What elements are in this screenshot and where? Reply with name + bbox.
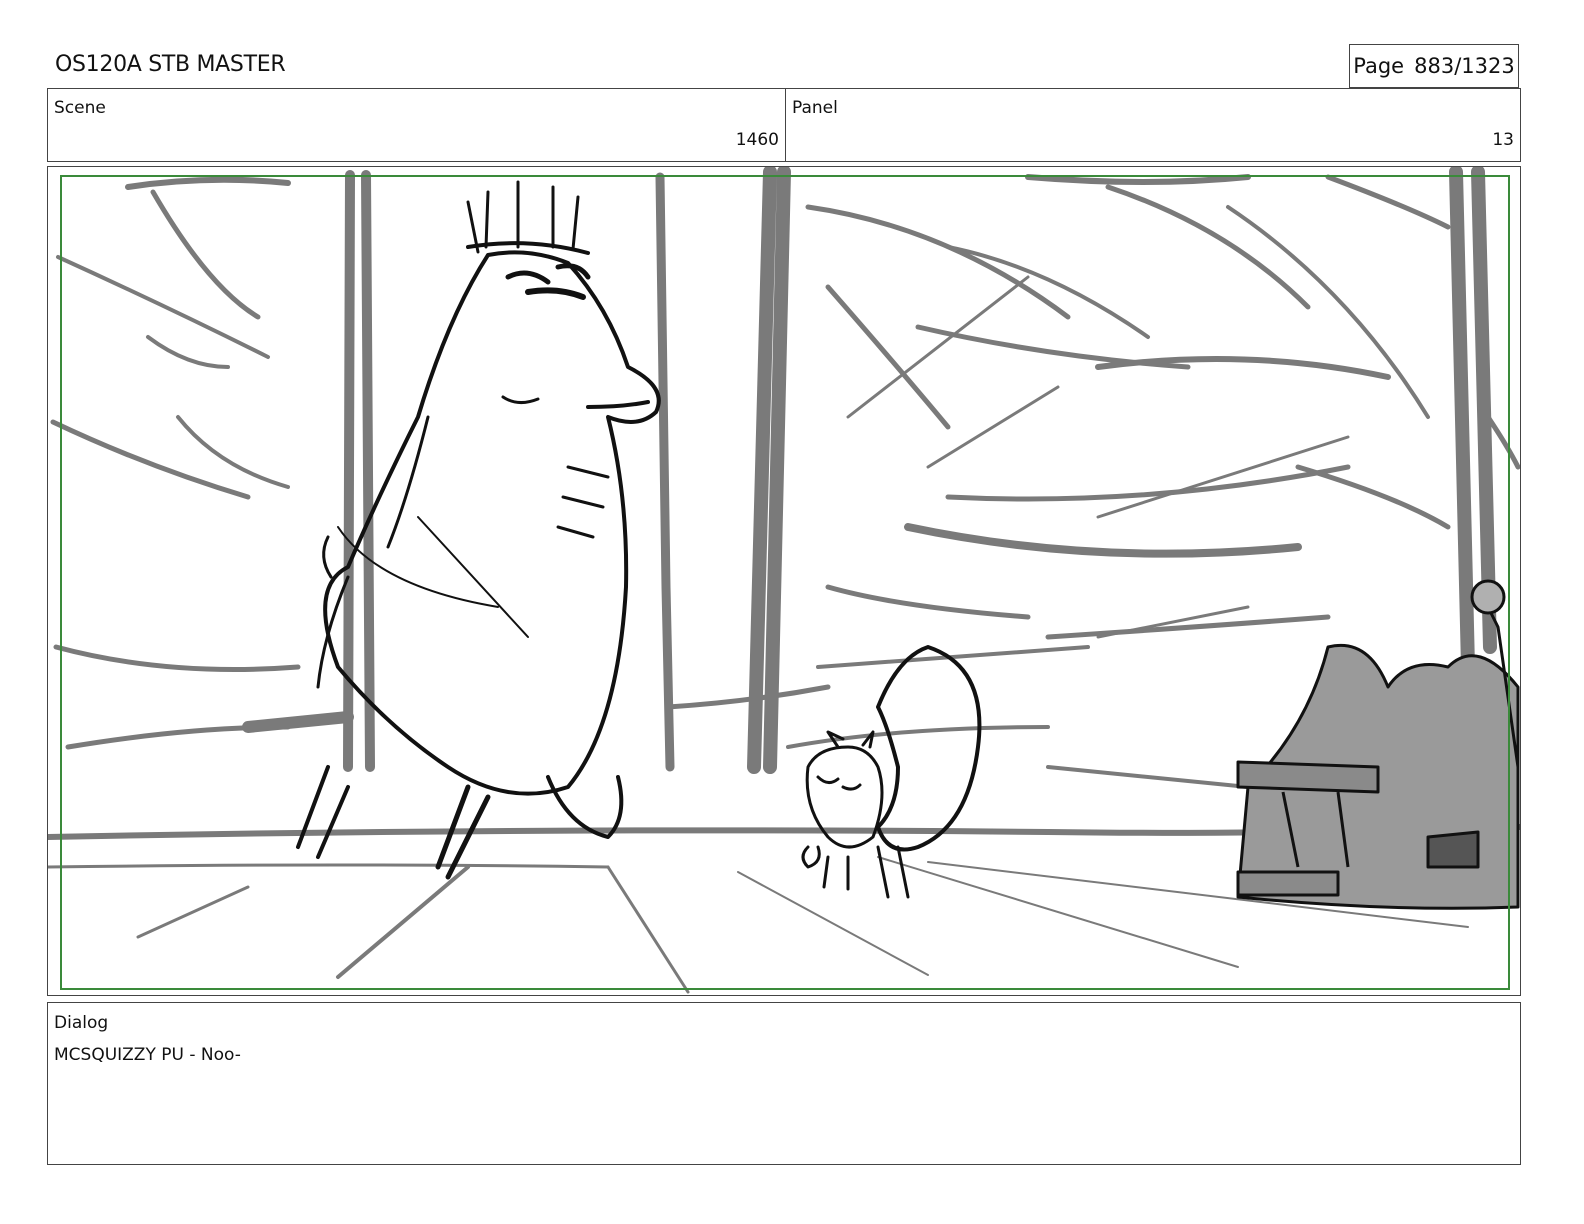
page-indicator: Page 883/1323 xyxy=(1349,44,1519,88)
page-label: Page xyxy=(1353,54,1405,78)
dialog-label: Dialog xyxy=(54,1013,109,1033)
page-number: 883/1323 xyxy=(1414,54,1515,78)
panel-label: Panel xyxy=(792,98,838,118)
scene-panel-row: Scene 1460 Panel 13 xyxy=(47,88,1521,162)
dialog-box: Dialog MCSQUIZZY PU - Noo- xyxy=(47,1002,1521,1165)
storyboard-sketch xyxy=(48,167,1520,994)
scene-label: Scene xyxy=(54,98,106,118)
storyboard-frame xyxy=(47,166,1521,996)
panel-number: 13 xyxy=(1492,130,1514,150)
scene-cell: Scene 1460 xyxy=(48,89,786,161)
document-title: OS120A STB MASTER xyxy=(55,52,286,77)
panel-cell: Panel 13 xyxy=(786,89,1520,161)
scene-number: 1460 xyxy=(735,130,779,150)
dialog-text: MCSQUIZZY PU - Noo- xyxy=(54,1045,241,1065)
